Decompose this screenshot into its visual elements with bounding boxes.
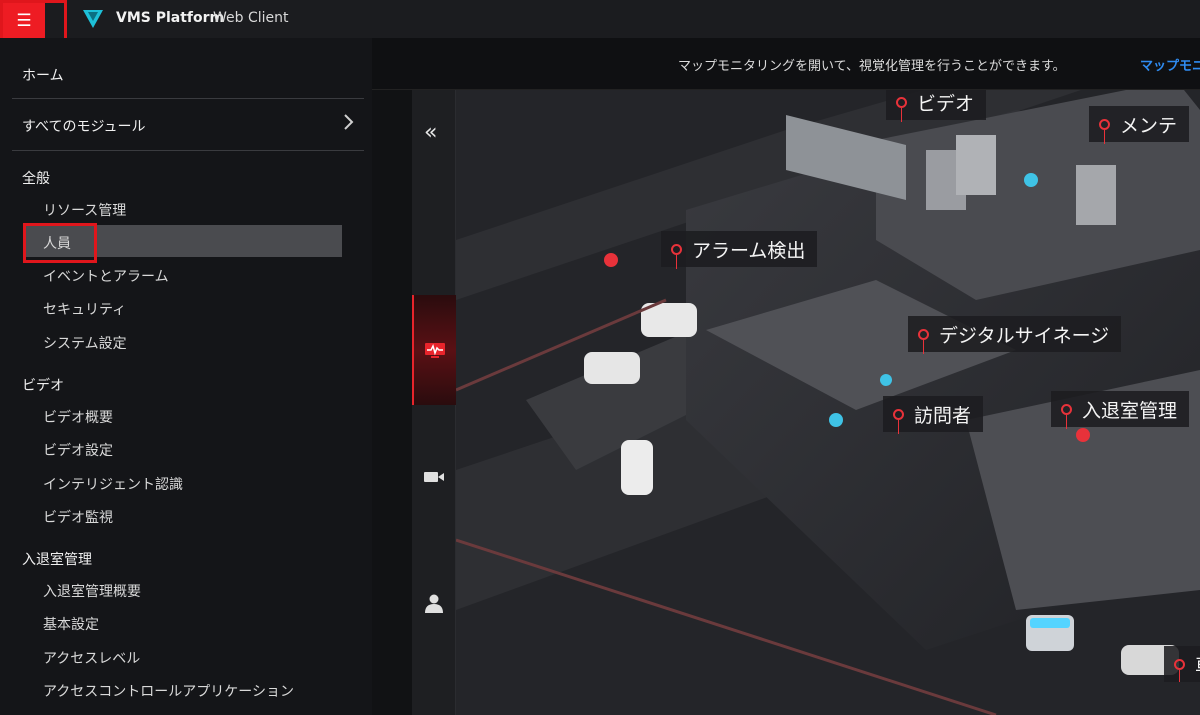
camera-icon [424, 472, 444, 482]
map-label-alarm-detection[interactable]: アラーム検出 [661, 231, 818, 269]
hamburger-icon[interactable]: ☰ [3, 3, 45, 39]
map-pin-icon [918, 328, 929, 354]
map-pin-icon [1099, 118, 1110, 144]
menu-item-video-settings[interactable]: ビデオ設定 [43, 440, 113, 460]
menu-divider [12, 98, 364, 99]
map-pin-icon [671, 243, 682, 269]
map-pin-icon [1061, 403, 1072, 429]
menu-item-access-app[interactable]: アクセスコントロールアプリケーション [43, 681, 294, 701]
app-logo [83, 10, 103, 28]
map-pin-icon [896, 96, 907, 122]
menu-section-general: 全般 [22, 171, 50, 187]
highlight-box [23, 223, 97, 263]
menu-item-video-overview[interactable]: ビデオ概要 [43, 407, 113, 427]
tab-monitor[interactable] [412, 295, 456, 405]
menu-item-system-settings[interactable]: システム設定 [43, 333, 127, 353]
top-bar: VMS Platform Web Client [0, 0, 1200, 38]
tab-person[interactable] [412, 548, 456, 658]
map-tab-rail: « [412, 90, 456, 715]
menu-item-intelligent-recognition[interactable]: インテリジェント認識 [43, 474, 183, 494]
menu-section-access-control: 入退室管理 [22, 552, 92, 568]
menu-item-access-overview[interactable]: 入退室管理概要 [43, 581, 141, 601]
menu-item-events-alarms[interactable]: イベントとアラーム [43, 266, 169, 286]
menu-home[interactable]: ホーム [22, 65, 64, 85]
chevron-right-icon [344, 114, 354, 130]
app-subtitle: Web Client [213, 10, 289, 26]
map-label-maintenance[interactable]: メンテ [1089, 106, 1190, 144]
menu-item-resource[interactable]: リソース管理 [43, 200, 126, 220]
map-monitoring-message: マップモニタリングを開いて、視覚化管理を行うことができます。 [678, 59, 1066, 74]
app-title: VMS Platform [116, 10, 225, 26]
map-pin-icon [893, 408, 904, 434]
map-label-visitor[interactable]: 訪問者 [883, 396, 984, 434]
menu-item-access-level[interactable]: アクセスレベル [43, 648, 140, 668]
menu-section-video: ビデオ [22, 378, 64, 394]
menu-item-video-monitoring[interactable]: ビデオ監視 [43, 507, 113, 527]
menu-all-modules[interactable]: すべてのモジュール [22, 116, 145, 136]
menu-item-security[interactable]: セキュリティ [43, 299, 126, 319]
person-icon [425, 594, 443, 613]
map-label-video[interactable]: ビデオ [886, 90, 987, 122]
menu-divider [12, 150, 364, 151]
info-strip: マップモニタリングを開いて、視覚化管理を行うことができます。 マップモニ [372, 38, 1200, 90]
facility-map[interactable]: ビデオ メンテ アラーム検出 デジタルサイネージ 訪問者 入退室管理 車 [456, 90, 1200, 715]
map-monitoring-link[interactable]: マップモニ [1140, 55, 1200, 74]
double-chevron-left-icon[interactable]: « [424, 120, 437, 145]
menu-item-basic-settings[interactable]: 基本設定 [43, 614, 99, 634]
side-menu: ホーム すべてのモジュール 全般 リソース管理 人員 イベントとアラーム セキュ… [0, 38, 372, 715]
map-label-vehicle[interactable]: 車 [1164, 646, 1200, 682]
map-pin-icon [1174, 658, 1185, 682]
tab-video[interactable] [412, 422, 456, 532]
map-label-digital-signage[interactable]: デジタルサイネージ [908, 316, 1122, 354]
pulse-monitor-icon [425, 343, 445, 358]
map-label-access-control[interactable]: 入退室管理 [1051, 391, 1190, 429]
